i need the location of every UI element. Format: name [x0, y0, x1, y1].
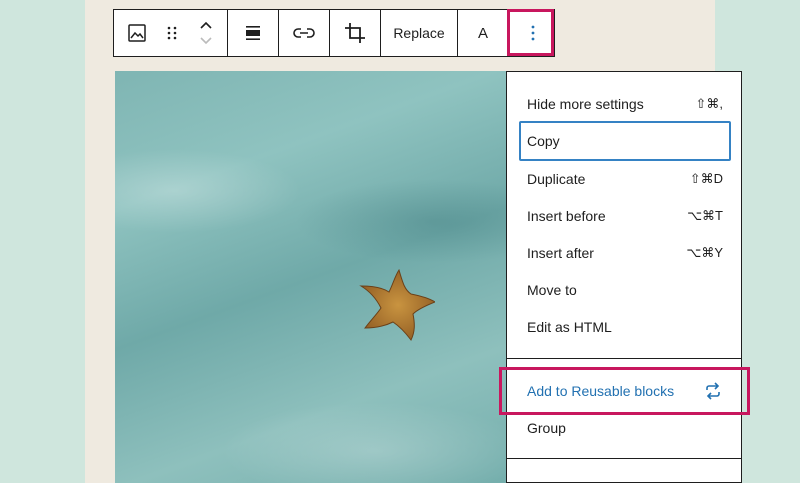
menu-item-label: Insert before — [527, 208, 606, 224]
menu-item-duplicate[interactable]: Duplicate ⇧⌘D — [519, 161, 731, 197]
text-overlay-button[interactable]: A — [458, 10, 508, 56]
menu-item-label: Edit as HTML — [527, 319, 612, 335]
menu-item-shortcut: ⇧⌘D — [689, 171, 723, 186]
menu-item-move-to[interactable]: Move to — [519, 272, 731, 308]
link-icon[interactable] — [279, 10, 329, 56]
crop-icon[interactable] — [330, 10, 380, 56]
menu-item-label: Move to — [527, 282, 577, 298]
menu-separator — [507, 358, 741, 359]
menu-item-label: Insert after — [527, 245, 594, 261]
menu-item-label: Hide more settings — [527, 96, 644, 112]
replace-button[interactable]: Replace — [381, 10, 457, 56]
menu-separator — [507, 458, 741, 459]
menu-item-hide-more-settings[interactable]: Hide more settings ⇧⌘, — [519, 86, 731, 122]
menu-item-label: Group — [527, 420, 566, 436]
image-block-icon[interactable] — [114, 10, 160, 56]
drag-handle-icon[interactable] — [160, 10, 184, 56]
menu-item-insert-before[interactable]: Insert before ⌥⌘T — [519, 198, 731, 234]
block-options-menu: Hide more settings ⇧⌘, Copy Duplicate ⇧⌘… — [506, 71, 742, 483]
menu-item-insert-after[interactable]: Insert after ⌥⌘Y — [519, 235, 731, 271]
replace-group: Replace — [381, 10, 458, 56]
align-group — [228, 10, 279, 56]
menu-item-group[interactable]: Group — [519, 410, 731, 446]
menu-item-label: Duplicate — [527, 171, 586, 187]
move-up-down-icon[interactable] — [184, 10, 227, 56]
text-group: A — [458, 10, 509, 56]
block-type-group — [114, 10, 228, 56]
menu-item-shortcut: ⌥⌘T — [687, 208, 723, 223]
starfish-icon — [359, 268, 435, 341]
reusable-blocks-highlight — [499, 367, 750, 415]
align-icon[interactable] — [228, 10, 278, 56]
text-overlay-label: A — [477, 24, 488, 42]
link-group — [279, 10, 330, 56]
crop-group — [330, 10, 381, 56]
block-toolbar: Replace A — [113, 9, 555, 57]
menu-item-shortcut: ⇧⌘, — [695, 96, 723, 111]
menu-item-edit-as-html[interactable]: Edit as HTML — [519, 309, 731, 345]
replace-label: Replace — [393, 25, 445, 41]
menu-item-label: Copy — [527, 133, 560, 149]
more-options-highlight — [507, 9, 554, 56]
starfish-image[interactable] — [115, 71, 515, 483]
menu-item-shortcut: ⌥⌘Y — [686, 245, 723, 260]
menu-item-copy[interactable]: Copy — [519, 121, 731, 161]
